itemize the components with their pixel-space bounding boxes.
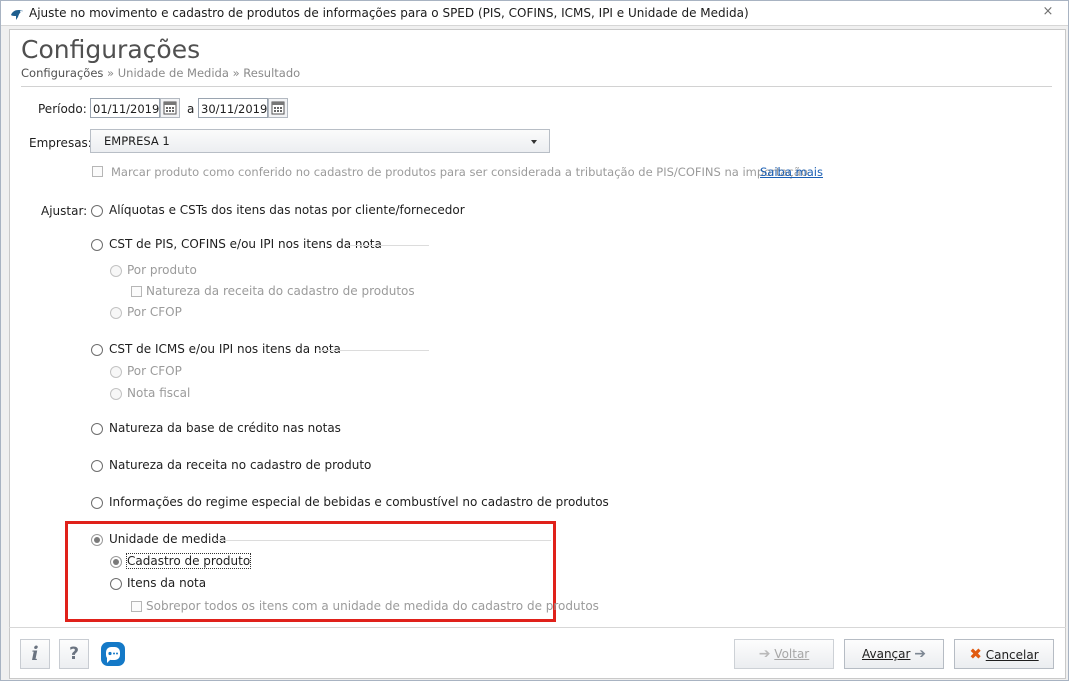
group-divider [215,540,551,541]
cancelar-label: Cancelar [985,648,1039,662]
radio-cadastro-produto-label: Cadastro de produto [125,553,252,569]
radio-regime-especial-label: Informações do regime especial de bebida… [109,495,609,509]
ajustar-label: Ajustar: [41,204,88,218]
chevron-down-icon [531,140,537,144]
close-icon[interactable]: × [1039,3,1057,21]
radio-cst-icms[interactable] [91,344,103,356]
sobrepor-checkbox[interactable] [131,601,142,612]
empresas-selected-value: EMPRESA 1 [104,134,170,148]
voltar-label: Voltar [774,647,810,661]
header-divider [21,86,1052,87]
radio-unidade-medida[interactable] [91,534,103,546]
chat-icon [101,642,125,666]
radio-natureza-receita-label: Natureza da receita no cadastro de produ… [109,458,372,472]
radio-cst-pis-por-produto[interactable] [110,265,122,277]
arrow-right-icon: ➔ [914,646,926,662]
breadcrumb-item-resultado: Resultado [243,66,301,80]
voltar-button[interactable]: ➔ Voltar [734,639,834,669]
radio-cst-pis-por-cfop-label: Por CFOP [127,305,182,319]
empresas-label: Empresas: [29,136,92,150]
natureza-receita-checkbox[interactable] [131,286,142,297]
saiba-mais-link[interactable]: Saiba mais [760,165,823,179]
app-bird-icon [11,10,23,20]
radio-cadastro-produto[interactable] [110,556,122,568]
radio-cst-pis-por-produto-label: Por produto [127,263,197,277]
group-divider [347,245,429,246]
footer-divider [9,627,1066,628]
conferido-label: Marcar produto como conferido no cadastr… [111,165,808,179]
radio-unidade-medida-label: Unidade de medida [109,532,227,546]
breadcrumb-separator: » [232,66,240,80]
radio-aliquotas[interactable] [91,205,103,217]
radio-itens-nota[interactable] [110,578,122,590]
natureza-receita-checkbox-label: Natureza da receita do cadastro de produ… [146,284,415,298]
breadcrumb-separator: » [107,66,115,80]
help-button[interactable]: ? [59,639,89,669]
radio-cst-pis[interactable] [91,239,103,251]
close-icon: ✖ [969,645,982,663]
radio-cst-icms-por-cfop[interactable] [110,366,122,378]
group-divider [319,350,429,351]
page-title: Configurações [21,35,201,64]
date-from-input[interactable]: 01/11/2019 [90,98,160,118]
radio-natureza-receita[interactable] [91,460,103,472]
conferido-checkbox[interactable] [92,166,103,177]
avancar-button[interactable]: Avançar ➔ [844,639,944,669]
breadcrumb: Configurações » Unidade de Medida » Resu… [21,66,300,80]
avancar-label: Avançar [861,647,911,661]
calendar-icon[interactable] [160,98,180,118]
radio-cst-icms-nota-fiscal[interactable] [110,388,122,400]
breadcrumb-item-configuracoes: Configurações [21,66,104,80]
window-title: Ajuste no movimento e cadastro de produt… [29,6,749,20]
radio-natureza-base-label: Natureza da base de crédito nas notas [109,421,341,435]
breadcrumb-item-unidade: Unidade de Medida [117,66,229,80]
info-icon: i [31,643,39,665]
sobrepor-checkbox-label: Sobrepor todos os itens com a unidade de… [146,599,599,613]
empresas-select[interactable]: EMPRESA 1 [90,129,550,153]
radio-itens-nota-label: Itens da nota [127,576,207,590]
chat-button[interactable] [98,639,128,669]
radio-cst-icms-label: CST de ICMS e/ou IPI nos itens da nota [109,342,341,356]
dialog-window: Ajuste no movimento e cadastro de produt… [0,0,1069,681]
radio-cst-pis-label: CST de PIS, COFINS e/ou IPI nos itens da… [109,237,382,251]
cancelar-button[interactable]: ✖ Cancelar [954,639,1054,669]
radio-cst-pis-por-cfop[interactable] [110,307,122,319]
arrow-left-icon: ➔ [758,646,771,662]
title-bar: Ajuste no movimento e cadastro de produt… [1,1,1068,26]
info-button[interactable]: i [20,639,50,669]
date-to-input[interactable]: 30/11/2019 [198,98,268,118]
radio-aliquotas-label: Alíquotas e CSTs dos itens das notas por… [109,203,465,217]
radio-natureza-base[interactable] [91,423,103,435]
radio-regime-especial[interactable] [91,497,103,509]
radio-cst-icms-por-cfop-label: Por CFOP [127,364,182,378]
calendar-icon[interactable] [268,98,288,118]
date-separator: a [187,102,195,116]
radio-cst-icms-nota-fiscal-label: Nota fiscal [127,386,191,400]
periodo-label: Período: [38,102,87,116]
help-icon: ? [69,644,79,664]
